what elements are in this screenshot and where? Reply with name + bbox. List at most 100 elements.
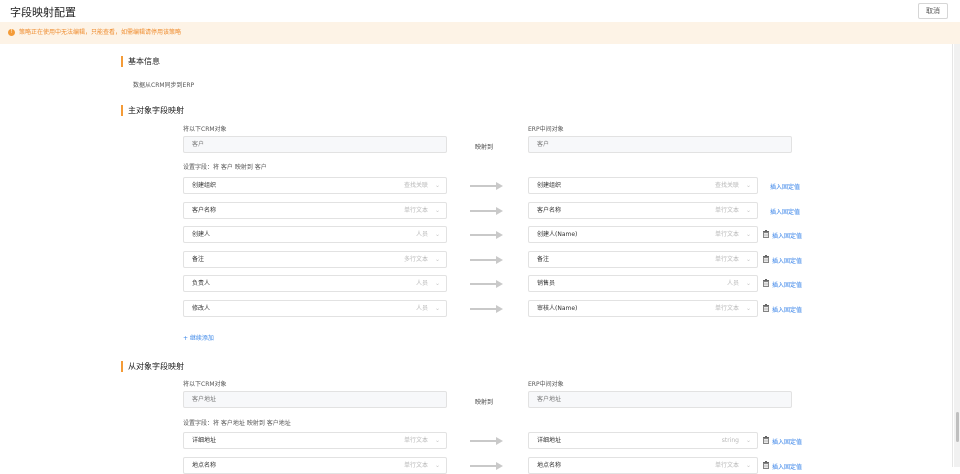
target-field-select[interactable]: 销售员 人员 ⌄ xyxy=(528,275,758,293)
target-field-type: 单行文本 xyxy=(714,461,739,469)
source-field-select[interactable]: 客户名称 单行文本 ⌄ xyxy=(183,201,447,219)
insert-fixed-value-link[interactable]: 插入固定值 xyxy=(772,231,802,240)
section-accent-bar xyxy=(121,105,123,116)
main-source-object: 客户 xyxy=(183,136,447,153)
source-field-type: 人员 xyxy=(415,231,428,239)
arrow-right-icon xyxy=(470,231,503,240)
scrollbar-thumb[interactable] xyxy=(956,412,959,442)
section-title-basic: 基本信息 xyxy=(128,57,160,66)
main-map-label: 映射到 xyxy=(475,144,494,151)
target-field-select[interactable]: 客户名称 单行文本 ⌄ xyxy=(528,201,758,219)
trash-icon[interactable] xyxy=(762,460,770,469)
chevron-down-icon: ⌄ xyxy=(745,255,751,263)
main-set-fields-label: 设置字段：将 客户 映射到 客户 xyxy=(183,164,267,171)
source-field-select[interactable]: 创建组织 查找关联 ⌄ xyxy=(183,177,447,194)
target-field-select[interactable]: 审核人(Name) 单行文本 ⌄ xyxy=(528,300,758,317)
target-field-name: 详细地址 xyxy=(537,437,562,444)
chevron-down-icon: ⌄ xyxy=(745,231,751,239)
chevron-down-icon: ⌄ xyxy=(434,182,440,189)
source-field-name: 创建人 xyxy=(192,231,211,239)
insert-fixed-value-link[interactable]: 插入固定值 xyxy=(772,280,802,289)
source-field-name: 创建组织 xyxy=(192,182,217,189)
arrow-right-icon xyxy=(470,437,503,445)
insert-fixed-value-link[interactable]: 插入固定值 xyxy=(770,182,800,191)
source-field-select[interactable]: 地点名称 单行文本 ⌄ xyxy=(183,456,447,474)
target-field-name: 备注 xyxy=(537,255,550,263)
scrollbar-track[interactable] xyxy=(954,44,960,467)
target-field-type: 单行文本 xyxy=(714,231,739,239)
source-field-select[interactable]: 详细地址 单行文本 ⌄ xyxy=(183,432,447,449)
source-field-type: 单行文本 xyxy=(403,461,428,469)
target-field-name: 地点名称 xyxy=(537,461,562,469)
insert-fixed-value-link[interactable]: 插入固定值 xyxy=(772,305,802,314)
chevron-down-icon: ⌄ xyxy=(434,305,440,312)
page-title: 字段映射配置 xyxy=(10,6,76,19)
source-field-select[interactable]: 修改人 人员 ⌄ xyxy=(183,300,447,317)
sub-set-fields-label: 设置字段：将 客户地址 映射到 客户地址 xyxy=(183,420,291,427)
source-field-type: 人员 xyxy=(415,280,428,288)
target-field-type: string xyxy=(721,437,739,444)
chevron-down-icon: ⌄ xyxy=(745,280,751,288)
source-field-name: 负责人 xyxy=(192,280,211,288)
target-field-select[interactable]: 地点名称 单行文本 ⌄ xyxy=(528,456,758,474)
insert-fixed-value-link[interactable]: 插入固定值 xyxy=(770,207,800,216)
source-field-name: 修改人 xyxy=(192,305,211,312)
target-field-select[interactable]: 详细地址 string ⌄ xyxy=(528,432,758,449)
content-divider xyxy=(952,44,953,467)
source-field-name: 客户名称 xyxy=(192,206,217,214)
arrow-right-icon xyxy=(470,461,503,470)
add-more-link[interactable]: + 继续添加 xyxy=(183,333,214,342)
trash-icon[interactable] xyxy=(762,230,770,239)
chevron-down-icon: ⌄ xyxy=(434,280,440,288)
source-field-type: 查找关联 xyxy=(403,182,428,189)
source-field-select[interactable]: 备注 多行文本 ⌄ xyxy=(183,250,447,268)
target-field-type: 单行文本 xyxy=(714,255,739,263)
target-field-type: 单行文本 xyxy=(714,206,739,214)
basic-description: 数据从CRM同步到ERP xyxy=(133,82,195,89)
arrow-right-icon xyxy=(470,305,503,313)
arrow-right-icon xyxy=(470,280,503,289)
insert-fixed-value-link[interactable]: 插入固定值 xyxy=(772,462,802,471)
sub-map-label: 映射到 xyxy=(475,399,494,406)
target-field-select[interactable]: 创建组织 查找关联 ⌄ xyxy=(528,177,758,194)
trash-icon[interactable] xyxy=(762,254,770,263)
target-field-select[interactable]: 创建人(Name) 单行文本 ⌄ xyxy=(528,226,758,244)
warning-icon: ! xyxy=(8,29,15,36)
cancel-button[interactable]: 取消 xyxy=(918,3,948,19)
main-source-label: 将以下CRM对象 xyxy=(183,126,227,133)
source-field-type: 多行文本 xyxy=(403,255,428,263)
target-field-type: 人员 xyxy=(726,280,739,288)
warning-text: 策略正在使用中无法编辑，只能查看，如需编辑请停用该策略 xyxy=(19,29,182,36)
chevron-down-icon: ⌄ xyxy=(434,231,440,239)
trash-icon[interactable] xyxy=(762,279,770,288)
chevron-down-icon: ⌄ xyxy=(745,437,751,444)
chevron-down-icon: ⌄ xyxy=(745,461,751,469)
target-field-name: 销售员 xyxy=(537,280,556,288)
source-field-select[interactable]: 创建人 人员 ⌄ xyxy=(183,226,447,244)
target-field-name: 创建人(Name) xyxy=(537,231,578,239)
main-target-object: 客户 xyxy=(528,136,792,153)
insert-fixed-value-link[interactable]: 插入固定值 xyxy=(772,437,802,446)
section-title-main: 主对象字段映射 xyxy=(128,106,184,115)
sub-source-label: 将以下CRM对象 xyxy=(183,381,227,388)
source-field-name: 备注 xyxy=(192,255,205,263)
source-field-select[interactable]: 负责人 人员 ⌄ xyxy=(183,275,447,293)
arrow-right-icon xyxy=(470,206,503,215)
trash-icon[interactable] xyxy=(762,436,770,444)
chevron-down-icon: ⌄ xyxy=(745,182,751,189)
chevron-down-icon: ⌄ xyxy=(434,437,440,444)
section-title-sub: 从对象字段映射 xyxy=(128,362,184,371)
section-accent-bar xyxy=(121,361,123,372)
chevron-down-icon: ⌄ xyxy=(434,206,440,214)
target-field-select[interactable]: 备注 单行文本 ⌄ xyxy=(528,250,758,268)
chevron-down-icon: ⌄ xyxy=(745,206,751,214)
sub-source-object: 客户地址 xyxy=(183,391,447,408)
arrow-right-icon xyxy=(470,182,503,190)
insert-fixed-value-link[interactable]: 插入固定值 xyxy=(772,256,802,265)
source-field-name: 地点名称 xyxy=(192,461,217,469)
sub-target-object: 客户地址 xyxy=(528,391,792,408)
chevron-down-icon: ⌄ xyxy=(745,305,751,312)
source-field-name: 详细地址 xyxy=(192,437,217,444)
target-field-name: 审核人(Name) xyxy=(537,305,578,312)
trash-icon[interactable] xyxy=(762,304,770,312)
